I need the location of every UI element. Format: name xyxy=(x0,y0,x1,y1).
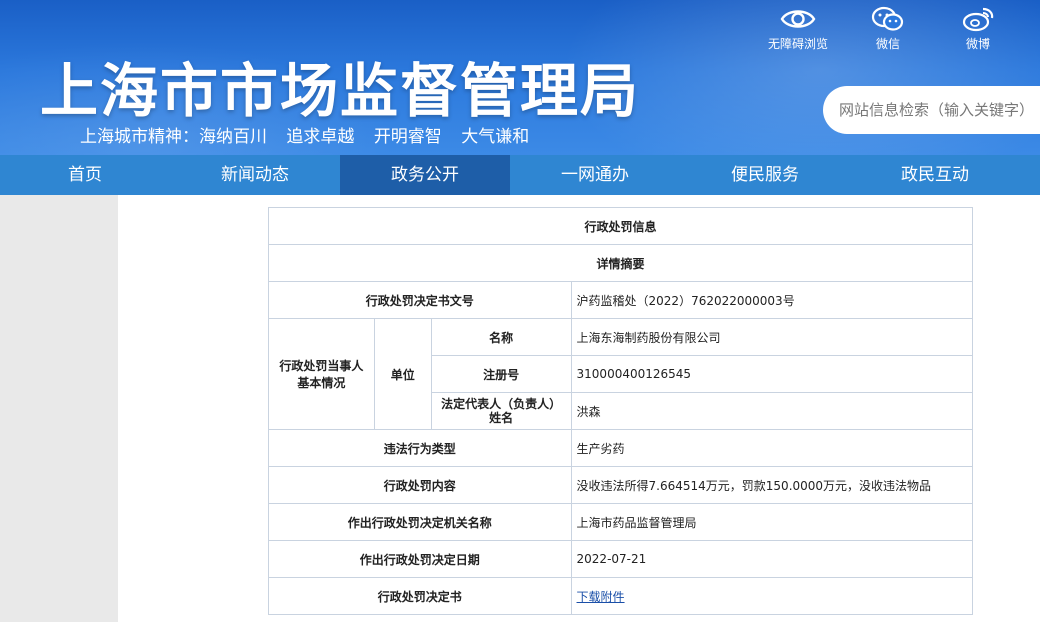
eye-icon xyxy=(780,10,816,28)
registration-value: 310000400126545 xyxy=(570,355,974,393)
nav-item-public-services[interactable]: 便民服务 xyxy=(680,155,850,195)
main-content: 行政处罚信息 详情摘要 行政处罚决定书文号 沪药监稽处（2022）7620220… xyxy=(118,195,1040,622)
doc-number-label: 行政处罚决定书文号 xyxy=(268,281,572,319)
slogan-part: 开明睿智 xyxy=(373,127,442,147)
main-nav: 首页 新闻动态 政务公开 一网通办 便民服务 政民互动 xyxy=(0,155,1040,195)
penalty-content-label: 行政处罚内容 xyxy=(268,466,572,504)
doc-number-value: 沪药监稽处（2022）762022000003号 xyxy=(570,281,974,319)
tool-label: 微博 xyxy=(965,37,990,51)
tool-label: 无障碍浏览 xyxy=(767,37,828,51)
city-slogan: 上海城市精神：海纳百川 追求卓越 开明睿智 大气谦和 xyxy=(80,122,543,147)
header-tools: 无障碍浏览 微信 微博 xyxy=(748,6,1018,52)
violation-type-value: 生产劣药 xyxy=(570,429,974,467)
decision-document-cell: 下载附件 xyxy=(570,577,974,615)
authority-label: 作出行政处罚决定机关名称 xyxy=(268,503,572,541)
table-row: 作出行政处罚决定日期 2022-07-21 xyxy=(268,540,974,578)
nav-item-news[interactable]: 新闻动态 xyxy=(170,155,340,195)
decision-date-label: 作出行政处罚决定日期 xyxy=(268,540,572,578)
name-value: 上海东海制药股份有限公司 xyxy=(570,318,974,356)
download-attachment-link[interactable]: 下载附件 xyxy=(577,590,625,604)
table-row: 行政处罚信息 xyxy=(268,207,973,245)
wechat-button[interactable]: 微信 xyxy=(848,6,928,52)
table-row: 行政处罚决定书 下载附件 xyxy=(268,577,974,615)
weibo-button[interactable]: 微博 xyxy=(938,6,1018,52)
penalty-info-table: 行政处罚信息 详情摘要 行政处罚决定书文号 沪药监稽处（2022）7620220… xyxy=(268,207,974,615)
decision-document-label: 行政处罚决定书 xyxy=(268,577,572,615)
nav-item-home[interactable]: 首页 xyxy=(0,155,170,195)
registration-label: 注册号 xyxy=(430,355,572,393)
nav-item-government-affairs[interactable]: 政务公开 xyxy=(340,155,510,195)
legal-rep-value: 洪森 xyxy=(570,392,974,430)
table-row: 作出行政处罚决定机关名称 上海市药品监督管理局 xyxy=(268,503,974,541)
site-header: 上海市市场监督管理局 上海城市精神：海纳百川 追求卓越 开明睿智 大气谦和 无障… xyxy=(0,0,1040,155)
site-search xyxy=(823,86,1040,134)
decision-date-value: 2022-07-21 xyxy=(570,540,974,578)
table-row: 详情摘要 xyxy=(268,244,973,282)
slogan-part: 大气谦和 xyxy=(461,127,530,147)
party-info-label: 行政处罚当事人基本情况 xyxy=(268,318,375,430)
legal-rep-label: 法定代表人（负责人）姓名 xyxy=(430,392,572,430)
site-title: 上海市市场监督管理局 xyxy=(40,57,641,125)
violation-type-label: 违法行为类型 xyxy=(268,429,572,467)
authority-value: 上海市药品监督管理局 xyxy=(570,503,974,541)
table-row: 违法行为类型 生产劣药 xyxy=(268,429,974,467)
table-subtitle: 详情摘要 xyxy=(268,244,973,282)
weibo-icon xyxy=(962,7,994,32)
table-title: 行政处罚信息 xyxy=(268,207,973,245)
accessibility-button[interactable]: 无障碍浏览 xyxy=(758,6,838,52)
penalty-content-value: 没收违法所得7.664514万元，罚款150.0000万元，没收违法物品 xyxy=(570,466,974,504)
tool-label: 微信 xyxy=(875,37,900,51)
slogan-part: 追求卓越 xyxy=(286,127,355,147)
nav-item-interaction[interactable]: 政民互动 xyxy=(850,155,1020,195)
table-row: 行政处罚决定书文号 沪药监稽处（2022）762022000003号 xyxy=(268,281,974,319)
name-label: 名称 xyxy=(430,318,572,356)
search-input[interactable] xyxy=(839,101,1040,119)
table-row: 行政处罚内容 没收违法所得7.664514万元，罚款150.0000万元，没收违… xyxy=(268,466,974,504)
table-row: 行政处罚当事人基本情况 单位 名称 上海东海制药股份有限公司 xyxy=(268,318,974,430)
wechat-icon xyxy=(871,6,904,31)
unit-label: 单位 xyxy=(373,318,432,430)
slogan-part: 上海城市精神：海纳百川 xyxy=(80,127,267,147)
nav-item-online-services[interactable]: 一网通办 xyxy=(510,155,680,195)
